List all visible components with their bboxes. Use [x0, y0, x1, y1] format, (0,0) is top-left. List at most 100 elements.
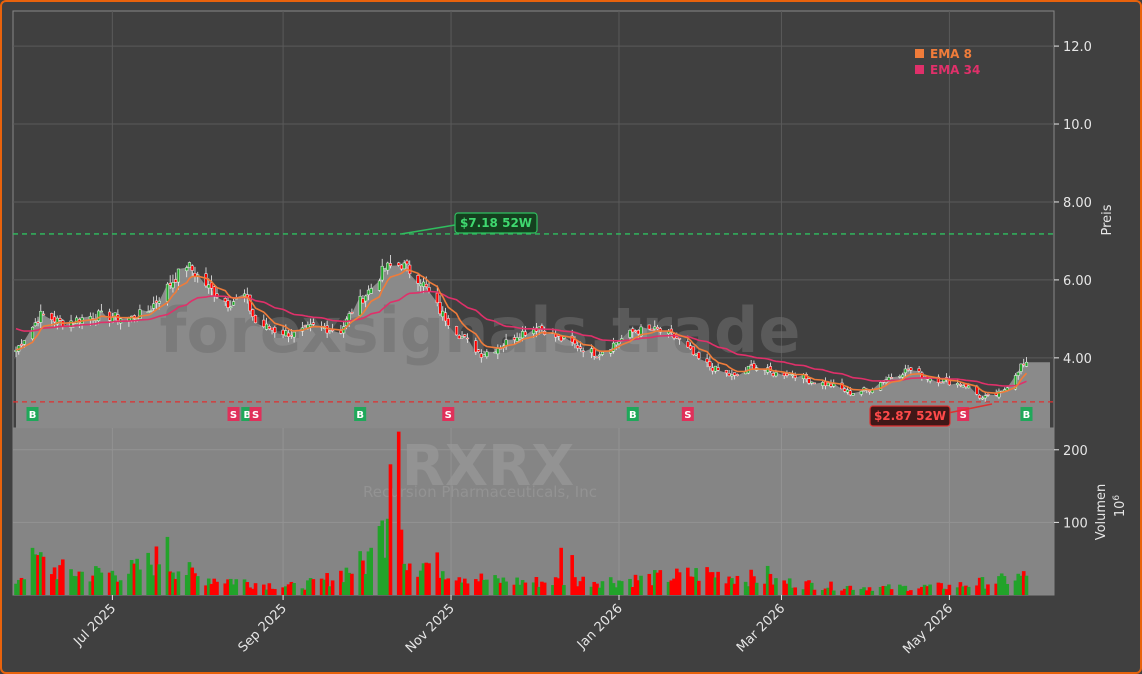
candle-body [416, 275, 420, 284]
candle-body [832, 383, 836, 387]
candle-body [325, 325, 329, 334]
signal-label: B [29, 410, 37, 421]
candle-body [939, 381, 943, 384]
time-tick-label: Sep 2025 [236, 601, 290, 655]
volume-bar [446, 578, 451, 595]
candle-body [399, 264, 404, 270]
legend-swatch [915, 65, 924, 74]
candle-body [99, 310, 103, 313]
candle-body [328, 330, 332, 332]
candle-body [251, 309, 255, 317]
candle-body [782, 372, 786, 377]
candle-body [633, 330, 638, 332]
candle-body [58, 318, 62, 321]
candle-body [350, 311, 354, 314]
volume-bar [80, 571, 84, 595]
candle-body [253, 315, 258, 324]
candle-body [859, 390, 863, 395]
candle-body [19, 343, 24, 346]
volume-bar [947, 584, 952, 595]
candle-body [168, 282, 172, 286]
stock-chart: forexsignals.tradeRXRXRecursion Pharmace… [12, 10, 1128, 657]
candle-body [460, 336, 464, 339]
candle-body [309, 324, 313, 327]
volume-bar [619, 581, 624, 595]
volume-bar [986, 584, 990, 595]
volume-bar [253, 583, 258, 595]
candle-body [176, 268, 180, 283]
candle-body [149, 310, 153, 312]
volume-bar [677, 572, 682, 595]
candle-body [292, 331, 296, 338]
candle-body [466, 337, 470, 340]
candle-body [807, 378, 811, 384]
candle-body [97, 310, 101, 322]
candle-body [344, 318, 348, 326]
candle-body [229, 306, 233, 309]
candle-body [928, 378, 932, 382]
candle-body [733, 372, 737, 376]
candle-body [774, 371, 778, 377]
candle-body [226, 300, 230, 308]
candle-body [190, 265, 194, 271]
candle-body [628, 330, 632, 338]
price-tick-label: 12.0 [1063, 40, 1092, 55]
candle-body [655, 327, 660, 330]
candle-body [716, 367, 720, 371]
candle-body [906, 368, 910, 371]
volume-bar [215, 581, 219, 595]
candle-body [242, 293, 247, 297]
candle-body [457, 335, 461, 340]
signal-label: S [230, 410, 237, 421]
candle-body [262, 319, 266, 327]
volume-bar [889, 589, 894, 595]
candle-body [790, 374, 795, 376]
volume-bar [485, 579, 489, 595]
volume-bar [157, 564, 161, 595]
volume-bar [99, 572, 104, 595]
candle-body [1016, 371, 1020, 376]
candle-body [848, 390, 852, 396]
candle-body [978, 395, 982, 399]
volume-bar [600, 581, 605, 595]
volume-bar [350, 573, 354, 595]
candle-body [424, 283, 428, 287]
volume-bar [118, 580, 123, 595]
time-tick-label: Nov 2025 [403, 601, 458, 656]
candle-body [598, 354, 602, 357]
candle-body [986, 394, 990, 396]
volume-bar [966, 586, 971, 595]
candle-body [174, 279, 178, 283]
volume-bar [851, 589, 855, 595]
candle-body [33, 322, 37, 327]
volume-bar [735, 575, 740, 595]
candle-body [708, 361, 712, 367]
legend-label: EMA 34 [930, 63, 980, 77]
candle-body [636, 329, 640, 335]
volume-bar [831, 590, 836, 595]
candle-body [961, 385, 965, 388]
low-52w-label: $2.87 52W [874, 409, 946, 423]
price-axis: 4.00 6.00 8.00 10.0 12.0 [1054, 40, 1092, 367]
candle-body [157, 300, 161, 304]
candle-body [713, 365, 717, 372]
candle-body [810, 381, 814, 384]
volume-bar [369, 547, 373, 595]
candle-body [826, 382, 830, 387]
volume-bar [523, 582, 528, 595]
candle-body [405, 260, 409, 265]
volume-bar [909, 590, 913, 595]
candle-body [958, 384, 962, 386]
candle-body [909, 367, 913, 371]
candle-body [851, 393, 855, 396]
candle-body [521, 331, 525, 339]
time-tick-label: Jan 2026 [574, 601, 626, 653]
candle-body [204, 273, 208, 287]
volume-bar [716, 571, 720, 595]
candle-body [845, 389, 850, 393]
candle-body [485, 351, 489, 357]
volume-bar [1024, 575, 1029, 595]
volume-bar [61, 559, 65, 595]
volume-tick-label: 200 [1063, 444, 1088, 459]
candle-body [281, 329, 285, 335]
